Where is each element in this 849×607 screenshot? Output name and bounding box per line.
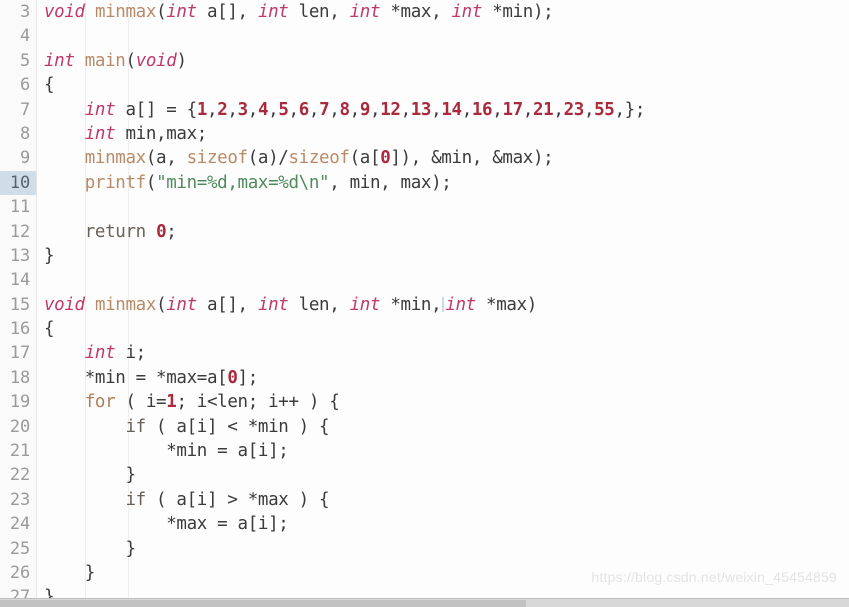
token-keyword: if xyxy=(125,416,147,437)
horizontal-scrollbar[interactable] xyxy=(0,598,849,607)
code-line[interactable]: *min = *max=a[0]; xyxy=(38,366,849,390)
token-number: 1 xyxy=(196,99,208,120)
code-line[interactable]: { xyxy=(38,73,849,97)
code-line[interactable]: } xyxy=(38,463,849,487)
line-number: 24 xyxy=(9,514,30,535)
code-line[interactable]: } xyxy=(38,244,849,268)
code-line-active[interactable]: printf("min=%d,max=%d\n", min, max); xyxy=(38,171,849,195)
token-function: minmax xyxy=(94,294,157,315)
code-line[interactable]: if ( a[i] < *min ) { xyxy=(38,415,849,439)
line-number: 9 xyxy=(19,148,30,169)
line-number: 3 xyxy=(19,2,30,22)
code-line[interactable]: int main(void) xyxy=(38,49,849,73)
line-number-gutter: 3 4 5 6 7 8 9 10 11 12 13 14 15 16 17 18… xyxy=(0,0,37,607)
code-text-area[interactable]: void minmax(int a[], int len, int *max, … xyxy=(38,0,849,607)
token-function: minmax xyxy=(84,148,146,169)
line-number: 22 xyxy=(9,465,30,486)
line-number: 5 xyxy=(19,50,30,71)
code-line[interactable]: for ( i=1; i<len; i++ ) { xyxy=(38,390,849,414)
code-line[interactable]: int i; xyxy=(38,341,849,365)
code-line[interactable]: int min,max; xyxy=(38,122,849,146)
code-line-empty[interactable] xyxy=(38,195,849,219)
code-line[interactable]: minmax(a, sizeof(a)/sizeof(a[0]), &min, … xyxy=(38,146,849,170)
line-number: 26 xyxy=(9,562,30,583)
text-caret xyxy=(442,296,445,312)
code-line[interactable]: void minmax(int a[], int len, int *max, … xyxy=(38,0,849,24)
line-number: 19 xyxy=(9,392,30,413)
code-line[interactable]: void minmax(int a[], int len, int *min, i… xyxy=(38,293,849,317)
line-number: 14 xyxy=(9,270,30,291)
line-number: 6 xyxy=(19,75,30,96)
line-number: 12 xyxy=(9,221,30,242)
token-keyword: for xyxy=(84,392,116,413)
code-line[interactable]: int a[] = {1,2,3,4,5,6,7,8,9,12,13,14,16… xyxy=(38,98,849,122)
horizontal-scrollbar-thumb[interactable] xyxy=(0,600,527,607)
token-type: void xyxy=(44,2,85,22)
code-line[interactable]: *max = a[i]; xyxy=(38,512,849,536)
line-number: 20 xyxy=(9,416,30,437)
line-number: 18 xyxy=(9,367,30,388)
token-keyword: return xyxy=(84,221,146,242)
line-number: 15 xyxy=(9,294,30,315)
code-line[interactable]: } xyxy=(38,537,849,561)
code-line[interactable]: { xyxy=(38,317,849,341)
code-line[interactable]: return 0; xyxy=(38,220,849,244)
line-number: 13 xyxy=(9,245,30,266)
code-editor[interactable]: 3 4 5 6 7 8 9 10 11 12 13 14 15 16 17 18… xyxy=(0,0,849,607)
line-number: 21 xyxy=(9,441,30,462)
line-number: 8 xyxy=(19,123,30,144)
line-number: 4 xyxy=(19,26,30,47)
token-keyword: if xyxy=(125,489,147,510)
line-number: 23 xyxy=(9,489,30,510)
token-function: main xyxy=(84,50,126,71)
code-line[interactable]: if ( a[i] > *max ) { xyxy=(38,488,849,512)
token-function: minmax xyxy=(94,2,157,22)
line-number: 17 xyxy=(9,343,30,364)
line-number: 11 xyxy=(9,197,30,218)
line-number: 25 xyxy=(9,538,30,559)
line-number: 7 xyxy=(19,99,30,120)
code-line-empty[interactable] xyxy=(38,24,849,48)
token-string: "min=%d,max=%d\n" xyxy=(156,172,330,193)
token-function: printf xyxy=(84,172,146,193)
code-line-empty[interactable] xyxy=(38,268,849,292)
line-number: 16 xyxy=(9,319,30,340)
watermark-url: https://blog.csdn.net/weixin_45454859 xyxy=(591,569,837,585)
code-line[interactable]: *min = a[i]; xyxy=(38,439,849,463)
line-number-active: 10 xyxy=(0,170,36,196)
